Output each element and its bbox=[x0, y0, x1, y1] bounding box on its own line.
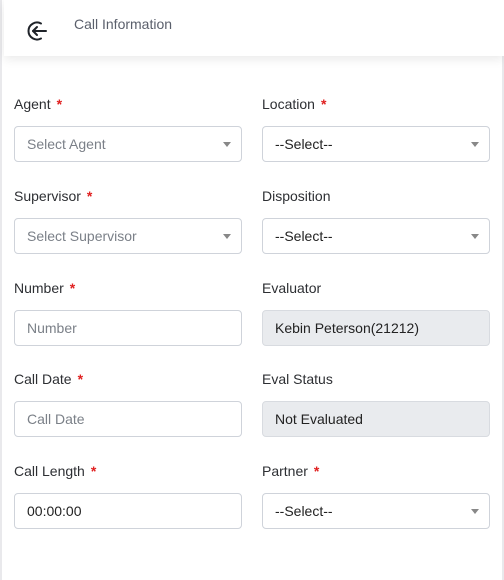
required-marker: * bbox=[320, 96, 327, 112]
disposition-select[interactable]: --Select-- bbox=[262, 218, 490, 254]
required-marker: * bbox=[86, 188, 93, 204]
number-label: Number * bbox=[14, 280, 76, 296]
supervisor-select[interactable]: Select Supervisor bbox=[14, 218, 242, 254]
dropdown-caret-icon bbox=[471, 234, 479, 239]
location-select[interactable]: --Select-- bbox=[262, 126, 490, 162]
required-marker: * bbox=[69, 280, 76, 296]
call-date-input[interactable]: Call Date bbox=[14, 401, 242, 437]
supervisor-label: Supervisor * bbox=[14, 188, 93, 204]
required-marker: * bbox=[77, 371, 84, 387]
partner-field: Partner * --Select-- bbox=[262, 461, 490, 529]
agent-label: Agent * bbox=[14, 96, 63, 112]
eval-status-field: Eval Status Not Evaluated bbox=[262, 369, 490, 437]
back-arrow-icon bbox=[27, 21, 47, 41]
partner-select[interactable]: --Select-- bbox=[262, 493, 490, 529]
call-length-field: Call Length * 00:00:00 bbox=[14, 461, 242, 529]
number-input[interactable]: Number bbox=[14, 310, 242, 346]
call-length-label: Call Length * bbox=[14, 463, 97, 479]
evaluator-input: Kebin Peterson(21212) bbox=[262, 310, 490, 346]
page-header: Call Information bbox=[4, 0, 504, 56]
dropdown-caret-icon bbox=[223, 142, 231, 147]
number-field: Number * Number bbox=[14, 278, 242, 346]
back-button[interactable] bbox=[22, 16, 52, 46]
eval-status-input: Not Evaluated bbox=[262, 401, 490, 437]
dropdown-caret-icon bbox=[471, 509, 479, 514]
evaluator-field: Evaluator Kebin Peterson(21212) bbox=[262, 278, 490, 346]
call-date-field: Call Date * Call Date bbox=[14, 369, 242, 437]
agent-select[interactable]: Select Agent bbox=[14, 126, 242, 162]
form-panel: Call Information Agent * Select Agent Loc… bbox=[0, 0, 504, 580]
eval-status-label: Eval Status bbox=[262, 371, 333, 387]
call-date-label: Call Date * bbox=[14, 371, 84, 387]
location-label: Location * bbox=[262, 96, 327, 112]
evaluator-label: Evaluator bbox=[262, 280, 322, 296]
dropdown-caret-icon bbox=[223, 234, 231, 239]
page-title: Call Information bbox=[74, 16, 173, 32]
call-length-input[interactable]: 00:00:00 bbox=[14, 493, 242, 529]
partner-label: Partner * bbox=[262, 463, 320, 479]
dropdown-caret-icon bbox=[471, 142, 479, 147]
disposition-label: Disposition bbox=[262, 188, 331, 204]
agent-field: Agent * Select Agent bbox=[14, 94, 242, 162]
location-field: Location * --Select-- bbox=[262, 94, 490, 162]
supervisor-field: Supervisor * Select Supervisor bbox=[14, 186, 242, 254]
required-marker: * bbox=[90, 463, 97, 479]
required-marker: * bbox=[313, 463, 320, 479]
disposition-field: Disposition --Select-- bbox=[262, 186, 490, 254]
required-marker: * bbox=[56, 96, 63, 112]
